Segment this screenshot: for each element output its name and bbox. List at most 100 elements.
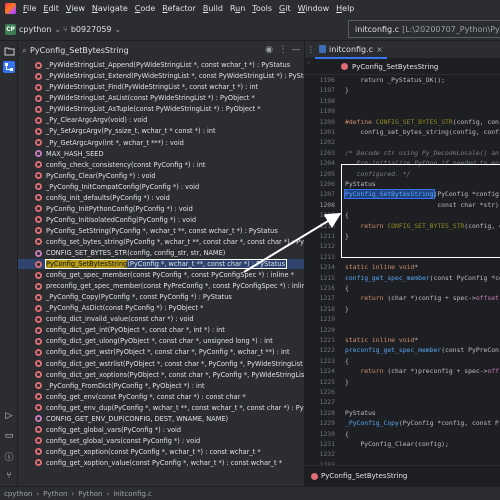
structure-item[interactable]: _PyWideStringList_Append(PyWideStringLis…	[18, 60, 304, 70]
structure-item-label: config_check_consistency(const PyConfig …	[46, 160, 206, 169]
structure-item[interactable]: config_dict_get_ulong(PyObject *, const …	[18, 336, 304, 346]
structure-item[interactable]: CONFIG_GET_ENV_DUP(CONFIG, DEST, WNAME, …	[18, 414, 304, 424]
file-search-box[interactable]: initconfig.c [L:\20200707_Python\PythonS…	[348, 20, 500, 38]
function-icon	[35, 304, 42, 312]
structure-item[interactable]: _PyWideStringList_AsList(const PyWideStr…	[18, 93, 304, 103]
structure-item[interactable]: PyConfig_Clear(PyConfig *) : void	[18, 171, 304, 181]
problems-icon[interactable]: ⓘ	[3, 450, 15, 463]
menu-items: File Edit View Navigate Code Refactor Build Run…	[23, 4, 361, 13]
tab-label: initconfig.c	[329, 44, 374, 54]
git-icon[interactable]: ⑂	[3, 470, 15, 482]
structure-panel: ⌕ PyConfig_SetBytesString ◉ ⋮ — _PyWideS…	[18, 41, 305, 486]
menu-window[interactable]: Window	[298, 4, 330, 13]
structure-item[interactable]: _PyConfig_AsDict(const PyConfig *) : PyO…	[18, 303, 304, 313]
minimize-icon[interactable]: —	[290, 44, 302, 56]
menu-tools[interactable]: Tools	[252, 4, 272, 13]
line-number: 1208	[319, 200, 335, 209]
menu-navigate[interactable]: Navigate	[92, 4, 128, 13]
structure-item[interactable]: _PyWideStringList_Find(PyWideStringList …	[18, 82, 304, 92]
structure-tool-icon[interactable]	[3, 61, 15, 73]
structure-item-label: config_set_bytes_string(PyConfig *, wcha…	[46, 237, 305, 246]
structure-item[interactable]: config_set_bytes_string(PyConfig *, wcha…	[18, 237, 305, 247]
structure-item[interactable]: config_set_global_vars(const PyConfig *)…	[18, 436, 304, 446]
code-line: return (char *)preconfig + spec->off	[345, 367, 499, 376]
structure-item[interactable]: config_init_defaults(PyConfig *) : void	[18, 193, 304, 203]
line-number: 1196	[319, 76, 335, 84]
structure-item[interactable]: PyConfig_SetString(PyConfig *, wchar_t *…	[18, 226, 304, 236]
structure-item[interactable]: PyConfig_InitPythonConfig(PyConfig *) : …	[18, 204, 304, 214]
structure-item[interactable]: _PyConfig_FromDict(PyConfig *, PyObject …	[18, 380, 304, 390]
structure-item[interactable]: config_dict_get_wstr(PyObject *, const c…	[18, 347, 304, 357]
menu-refactor[interactable]: Refactor	[162, 4, 196, 13]
status-breadcrumb-item[interactable]: cpython	[4, 490, 32, 498]
structure-item[interactable]: _Py_SetArgcArgv(Py_ssize_t, wchar_t * co…	[18, 126, 304, 136]
footer-label[interactable]: PyConfig_SetBytesString	[321, 472, 407, 480]
structure-item[interactable]: _Py_ClearArgcArgv(void) : void	[18, 115, 304, 125]
structure-item[interactable]: config_get_xoption(const PyConfig *, wch…	[18, 447, 304, 457]
structure-item[interactable]: _PyWideStringList_Extend(PyWideStringLis…	[18, 71, 304, 81]
code-area[interactable]: return _PyStatus_OK();} #define CONFIG_SE…	[341, 75, 500, 465]
structure-item[interactable]: config_dict_get_int(PyObject *, const ch…	[18, 325, 304, 335]
structure-item[interactable]: _PyConfig_InitCompatConfig(PyConfig *) :…	[18, 182, 304, 192]
structure-item[interactable]: config_get_global_vars(PyConfig *) : voi…	[18, 425, 304, 435]
macro-icon	[35, 150, 42, 158]
terminal-icon[interactable]: ▭	[3, 430, 15, 442]
c-file-icon	[319, 45, 326, 53]
menu-view[interactable]: View	[66, 4, 85, 13]
code-line: static inline void*	[345, 263, 419, 272]
eye-icon[interactable]: ◉	[263, 44, 275, 56]
status-breadcrumb-item[interactable]: initconfig.c	[113, 490, 152, 498]
close-icon[interactable]: ×	[376, 45, 383, 54]
status-breadcrumb-item[interactable]: Python	[43, 490, 67, 498]
function-icon	[35, 194, 42, 202]
breadcrumb-label[interactable]: PyConfig_SetBytesString	[352, 63, 438, 71]
structure-item[interactable]: config_get_spec_member(const PyConfig *,…	[18, 270, 304, 280]
structure-item-label: PyConfig_InitIsolatedConfig(PyConfig *) …	[46, 215, 197, 224]
status-bar: cpython › Python › Python › initconfig.c	[0, 486, 500, 500]
menu-git[interactable]: Git	[279, 4, 291, 13]
structure-item[interactable]: config_get_env_dup(PyConfig *, wchar_t *…	[18, 403, 304, 413]
structure-item[interactable]: _PyWideStringList_AsTuple(const PyWideSt…	[18, 104, 304, 114]
code-line: _PyConfig_Copy(PyConfig *config, const P	[345, 419, 499, 428]
status-breadcrumb-item[interactable]: Python	[78, 490, 102, 498]
project-selector[interactable]: CP cpython ⌄	[5, 21, 61, 37]
structure-item-selected[interactable]: PyConfig_SetBytesString(PyConfig *, wcha…	[18, 258, 304, 270]
menu-code[interactable]: Code	[135, 4, 156, 13]
structure-item-label: _PyConfig_InitCompatConfig(PyConfig *) :…	[46, 182, 200, 191]
editor-footer: PyConfig_SetBytesString	[305, 465, 500, 486]
search-icon: ⌕	[22, 45, 28, 56]
menu-help[interactable]: Help	[336, 4, 354, 13]
structure-item[interactable]: MAX_HASH_SEED	[18, 148, 304, 158]
structure-item[interactable]: _PyConfig_Copy(PyConfig *, const PyConfi…	[18, 292, 304, 302]
structure-item-label: config_dict_get_wstr(PyObject *, const c…	[46, 348, 290, 357]
structure-item[interactable]: CONFIG_SET_BYTES_STR(config, config_str,…	[18, 248, 304, 258]
structure-item[interactable]: config_dict_invalid_value(const char *) …	[18, 314, 304, 324]
project-tool-icon[interactable]	[3, 45, 15, 57]
tab-list-icon[interactable]: ⋮	[307, 45, 315, 54]
line-number: 1207	[319, 190, 335, 199]
menu-edit[interactable]: Edit	[43, 4, 59, 13]
structure-item-label: PyConfig_InitPythonConfig(PyConfig *) : …	[46, 204, 193, 213]
code-line: {	[345, 356, 349, 365]
structure-item[interactable]: config_dict_get_wstrlist(PyObject *, con…	[18, 358, 304, 368]
more-options-icon[interactable]: ⋮	[277, 44, 289, 56]
function-icon	[35, 348, 42, 356]
structure-item[interactable]: config_check_consistency(const PyConfig …	[18, 159, 304, 169]
branch-selector[interactable]: ⑂ b0927059 ⌄	[63, 21, 121, 37]
tab-initconfig[interactable]: initconfig.c ×	[315, 41, 387, 59]
menu-run[interactable]: Run	[230, 4, 245, 13]
structure-item[interactable]: preconfig_get_spec_member(const PyPreCon…	[18, 281, 304, 291]
structure-item[interactable]: config_get_xoption_value(const PyConfig …	[18, 458, 304, 468]
structure-item[interactable]: _Py_GetArgcArgv(int *, wchar_t ***) : vo…	[18, 137, 304, 147]
code-line: PyStatus	[345, 408, 376, 417]
structure-item[interactable]: config_get_env(const PyConfig *, const c…	[18, 392, 304, 402]
menu-file[interactable]: File	[23, 4, 36, 13]
menu-build[interactable]: Build	[203, 4, 223, 13]
structure-item-label: CONFIG_SET_BYTES_STR(config, config_str,…	[46, 249, 226, 258]
structure-search-text[interactable]: PyConfig_SetBytesString	[30, 46, 129, 55]
branch-name: b0927059	[70, 24, 112, 34]
structure-item[interactable]: config_dict_get_xoptions(PyObject *, con…	[18, 369, 304, 379]
run-icon[interactable]: ▷	[3, 410, 15, 422]
structure-item[interactable]: PyConfig_InitIsolatedConfig(PyConfig *) …	[18, 215, 304, 225]
function-icon	[35, 172, 42, 180]
